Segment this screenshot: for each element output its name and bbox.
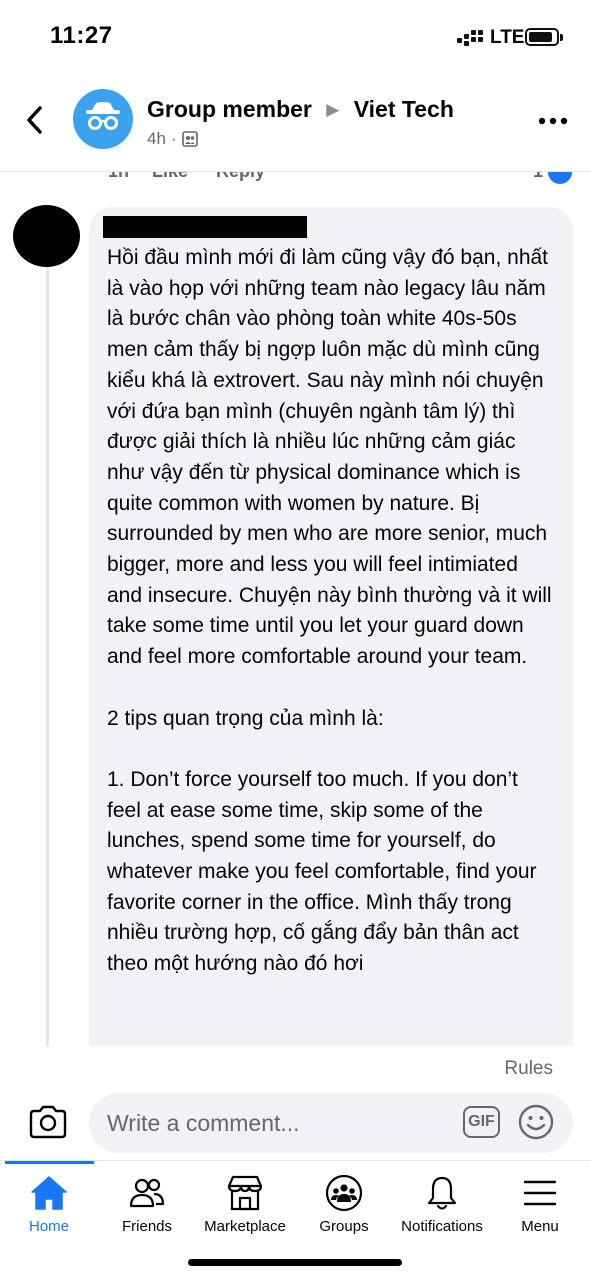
rules-row: Rules	[0, 1046, 591, 1086]
emoji-button[interactable]	[517, 1103, 555, 1141]
groups-icon	[325, 1174, 363, 1212]
camera-icon	[29, 1105, 67, 1139]
gif-button[interactable]: GIF	[463, 1106, 500, 1138]
comment-input[interactable]	[89, 1093, 573, 1153]
comment-composer: GIF	[0, 1086, 591, 1160]
nav-notifications[interactable]: Notifications	[393, 1173, 491, 1253]
meta-dot: ·	[170, 129, 177, 148]
battery-icon	[525, 28, 563, 46]
more-options-button[interactable]	[537, 114, 569, 126]
post-meta: 4h ·	[147, 129, 198, 149]
menu-icon	[523, 1180, 557, 1206]
like-link[interactable]: Like	[152, 172, 188, 182]
comment-text: Hồi đầu mình mới đi làm cũng vậy đó bạn,…	[107, 246, 552, 976]
nav-marketplace[interactable]: Marketplace	[196, 1173, 294, 1253]
commenter-avatar[interactable]	[13, 205, 80, 267]
status-bar: 11:27 LTE	[0, 0, 591, 78]
nav-marketplace-label: Marketplace	[204, 1218, 286, 1235]
post-title-row: Group member ▶ Viet Tech	[147, 96, 454, 123]
nav-groups[interactable]: Groups	[295, 1173, 393, 1253]
nav-friends-label: Friends	[121, 1218, 173, 1235]
nav-friends[interactable]: Friends	[98, 1173, 196, 1253]
group-name[interactable]: Viet Tech	[354, 96, 454, 122]
emoji-smile-icon	[518, 1104, 554, 1140]
post-time[interactable]: 4h	[147, 129, 166, 149]
nav-menu[interactable]: Menu	[491, 1173, 589, 1253]
previous-comment-actions: 1h Like Reply 1	[0, 172, 591, 183]
group-audience-icon	[181, 131, 198, 147]
like-reaction-icon	[546, 172, 574, 186]
reaction-count[interactable]: 1	[533, 172, 543, 182]
active-tab-indicator	[5, 1161, 94, 1164]
network-label: LTE	[490, 27, 525, 48]
comment-bubble[interactable]: Hồi đầu mình mới đi làm cũng vậy đó bạn,…	[89, 207, 573, 1046]
nav-home-label: Home	[28, 1218, 69, 1235]
bell-icon	[427, 1176, 457, 1210]
comments-area: 1h Like Reply 1 Hồi đầu mình mới đi làm …	[0, 172, 591, 1046]
author-name[interactable]: Group member	[147, 96, 312, 122]
post-header: Group member ▶ Viet Tech 4h ·	[0, 78, 591, 172]
back-button[interactable]	[20, 102, 52, 138]
play-arrow-icon: ▶	[326, 100, 340, 119]
camera-button[interactable]	[28, 1104, 68, 1140]
anonymous-incognito-icon	[86, 102, 120, 130]
rules-link[interactable]: Rules	[504, 1058, 553, 1080]
nav-menu-label: Menu	[521, 1218, 559, 1235]
friends-icon	[129, 1178, 165, 1208]
anonymous-avatar[interactable]	[73, 89, 133, 149]
previous-comment-time: 1h	[108, 172, 129, 182]
redacted-commenter-name	[103, 216, 307, 238]
home-icon	[31, 1176, 67, 1210]
nav-home[interactable]: Home	[0, 1173, 98, 1253]
reply-link[interactable]: Reply	[216, 172, 265, 182]
marketplace-icon	[227, 1175, 263, 1211]
more-dots-icon	[538, 117, 568, 125]
status-time: 11:27	[50, 22, 113, 49]
nav-notifications-label: Notifications	[401, 1218, 483, 1235]
cellular-signal-icon	[457, 30, 483, 48]
nav-groups-label: Groups	[319, 1218, 369, 1235]
chevron-left-icon	[27, 106, 42, 134]
home-indicator	[188, 1259, 402, 1266]
thread-line	[46, 260, 49, 1046]
